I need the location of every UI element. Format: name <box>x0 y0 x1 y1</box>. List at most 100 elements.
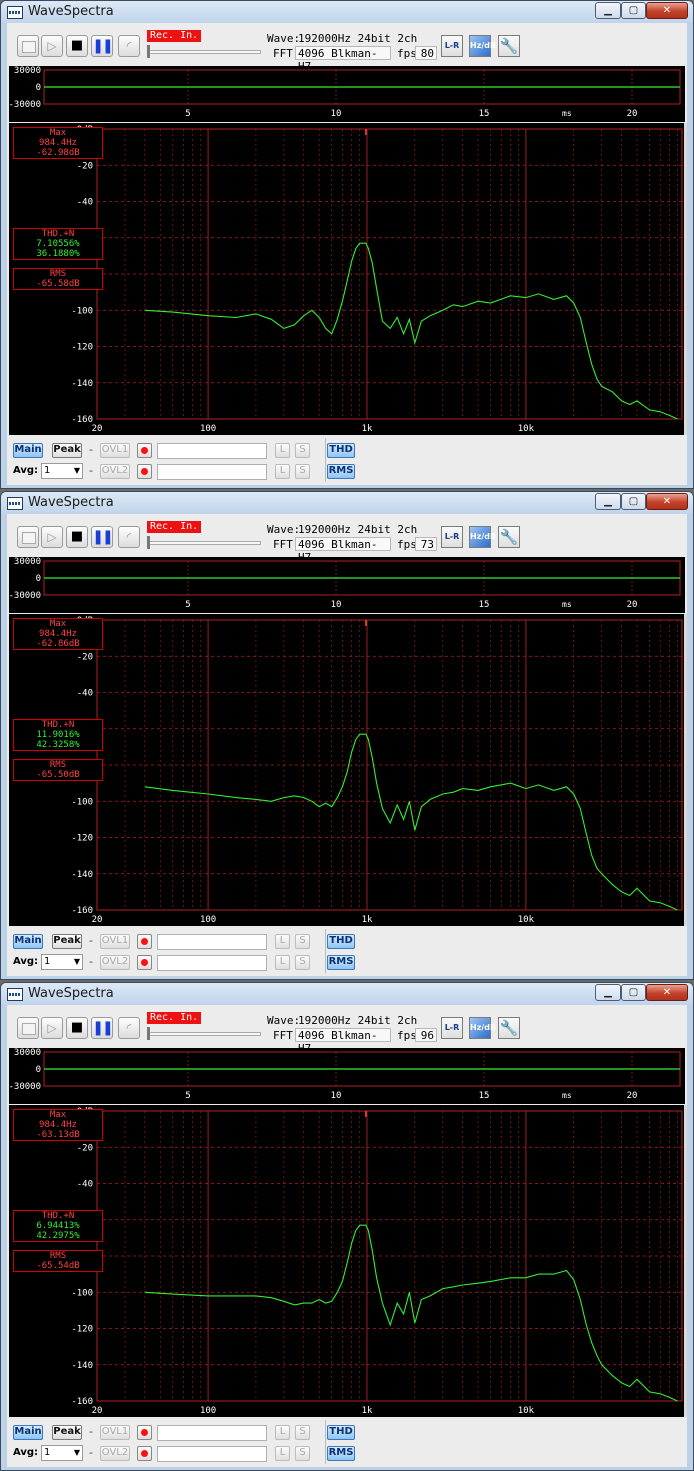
play-button[interactable]: ▷ <box>41 1017 63 1039</box>
rms-button[interactable]: RMS <box>327 464 355 479</box>
pause-button[interactable]: ❚❚ <box>91 526 114 548</box>
rec-level-slider[interactable] <box>147 541 261 545</box>
fft-setting-value[interactable]: 4096 Blkman-H7 <box>295 537 391 564</box>
avg-select[interactable]: 1 ▼ <box>41 463 83 479</box>
waveform-display[interactable]: 30000 0 -30000 5 10 15 20 ms <box>8 1048 685 1104</box>
ovl1-record-button[interactable] <box>137 934 152 949</box>
pause-button[interactable]: ❚❚ <box>91 1017 114 1039</box>
ovl2-record-button[interactable] <box>137 955 152 970</box>
play-button[interactable]: ▷ <box>41 35 63 57</box>
waveform-display[interactable]: 30000 0 -30000 5 10 15 20 ms <box>8 66 685 122</box>
ovl1-button[interactable]: OVL1 <box>100 934 130 949</box>
settings-button[interactable]: 🔧 <box>498 526 520 548</box>
ovl2-load-button[interactable]: L <box>275 1446 290 1461</box>
rec-level-slider[interactable] <box>147 1032 261 1036</box>
avg-select[interactable]: 1 ▼ <box>41 1445 83 1461</box>
title-bar[interactable]: WaveSpectra ▁ ▢ ✕ <box>1 492 693 514</box>
frequency-scale-button[interactable]: Hz/dB <box>469 1017 496 1039</box>
ovl2-save-button[interactable]: S <box>295 464 310 479</box>
maximize-button[interactable]: ▢ <box>621 2 646 19</box>
ovl1-button[interactable]: OVL1 <box>100 1425 130 1440</box>
ovl2-save-button[interactable]: S <box>295 1446 310 1461</box>
stop-button[interactable]: ■ <box>66 1017 88 1039</box>
settings-button[interactable]: 🔧 <box>498 35 520 57</box>
main-button[interactable]: Main <box>13 1425 43 1440</box>
app-icon[interactable] <box>7 497 23 510</box>
spectrum-display[interactable]: 0dB-20-40-60-80-100-120-140-160201001k10… <box>9 614 685 926</box>
rec-level-thumb[interactable] <box>147 1027 150 1040</box>
ovl2-name-field[interactable] <box>157 1446 267 1462</box>
main-button[interactable]: Main <box>13 934 43 949</box>
thd-button[interactable]: THD <box>327 443 355 458</box>
ovl2-load-button[interactable]: L <box>275 464 290 479</box>
ovl1-record-button[interactable] <box>137 443 152 458</box>
vertical-scrollbar[interactable] <box>684 614 687 926</box>
ovl2-button[interactable]: OVL2 <box>100 955 130 970</box>
frequency-scale-button[interactable]: Hz/dB <box>469 35 496 57</box>
app-icon[interactable] <box>7 6 23 19</box>
peak-button[interactable]: Peak <box>52 1425 82 1440</box>
ovl2-save-button[interactable]: S <box>295 955 310 970</box>
minimize-button[interactable]: ▁ <box>595 984 621 1001</box>
minimize-button[interactable]: ▁ <box>595 2 621 19</box>
frequency-scale-button[interactable]: Hz/dB <box>469 526 496 548</box>
ovl1-load-button[interactable]: L <box>275 443 290 458</box>
close-button[interactable]: ✕ <box>646 2 688 19</box>
play-button[interactable]: ▷ <box>41 526 63 548</box>
rec-level-slider[interactable] <box>147 50 261 54</box>
rec-level-thumb[interactable] <box>147 45 150 58</box>
fft-setting-value[interactable]: 4096 Blkman-H7 <box>295 1028 391 1055</box>
close-button[interactable]: ✕ <box>646 984 688 1001</box>
title-bar[interactable]: WaveSpectra ▁ ▢ ✕ <box>1 983 693 1005</box>
ovl2-button[interactable]: OVL2 <box>100 464 130 479</box>
settings-button[interactable]: 🔧 <box>498 1017 520 1039</box>
thd-button[interactable]: THD <box>327 1425 355 1440</box>
close-button[interactable]: ✕ <box>646 493 688 510</box>
stop-button[interactable]: ■ <box>66 526 88 548</box>
ovl1-save-button[interactable]: S <box>295 443 310 458</box>
maximize-button[interactable]: ▢ <box>621 493 646 510</box>
ovl2-name-field[interactable] <box>157 955 267 971</box>
peak-button[interactable]: Peak <box>52 934 82 949</box>
ovl1-record-button[interactable] <box>137 1425 152 1440</box>
loop-button[interactable]: ◜ <box>118 526 140 548</box>
channel-lr-button[interactable]: L-R <box>441 526 463 548</box>
ovl1-load-button[interactable]: L <box>275 934 290 949</box>
rms-button[interactable]: RMS <box>327 1446 355 1461</box>
loop-button[interactable]: ◜ <box>118 35 140 57</box>
spectrum-display[interactable]: 0dB-20-40-60-80-100-120-140-160201001k10… <box>9 123 685 435</box>
minimize-button[interactable]: ▁ <box>595 493 621 510</box>
ovl2-name-field[interactable] <box>157 464 267 480</box>
ovl1-button[interactable]: OVL1 <box>100 443 130 458</box>
vertical-scrollbar[interactable] <box>684 1105 687 1417</box>
thd-button[interactable]: THD <box>327 934 355 949</box>
pause-button[interactable]: ❚❚ <box>91 35 114 57</box>
spectrum-display[interactable]: 0dB-20-40-60-80-100-120-140-160201001k10… <box>9 1105 685 1417</box>
rec-level-thumb[interactable] <box>147 536 150 549</box>
channel-lr-button[interactable]: L-R <box>441 1017 463 1039</box>
ovl1-save-button[interactable]: S <box>295 934 310 949</box>
ovl1-name-field[interactable] <box>157 934 267 950</box>
ovl1-save-button[interactable]: S <box>295 1425 310 1440</box>
channel-lr-button[interactable]: L-R <box>441 35 463 57</box>
fft-setting-value[interactable]: 4096 Blkman-H7 <box>295 46 391 73</box>
stop-button[interactable]: ■ <box>66 35 88 57</box>
ovl1-load-button[interactable]: L <box>275 1425 290 1440</box>
ovl1-name-field[interactable] <box>157 1425 267 1441</box>
input-device-button[interactable] <box>17 1017 39 1039</box>
peak-button[interactable]: Peak <box>52 443 82 458</box>
ovl2-load-button[interactable]: L <box>275 955 290 970</box>
title-bar[interactable]: WaveSpectra ▁ ▢ ✕ <box>1 1 693 23</box>
loop-button[interactable]: ◜ <box>118 1017 140 1039</box>
input-device-button[interactable] <box>17 526 39 548</box>
ovl1-name-field[interactable] <box>157 443 267 459</box>
vertical-scrollbar[interactable] <box>684 123 687 435</box>
waveform-display[interactable]: 30000 0 -30000 5 10 15 20 ms <box>8 557 685 613</box>
input-device-button[interactable] <box>17 35 39 57</box>
ovl2-button[interactable]: OVL2 <box>100 1446 130 1461</box>
main-button[interactable]: Main <box>13 443 43 458</box>
avg-select[interactable]: 1 ▼ <box>41 954 83 970</box>
ovl2-record-button[interactable] <box>137 1446 152 1461</box>
rms-button[interactable]: RMS <box>327 955 355 970</box>
ovl2-record-button[interactable] <box>137 464 152 479</box>
